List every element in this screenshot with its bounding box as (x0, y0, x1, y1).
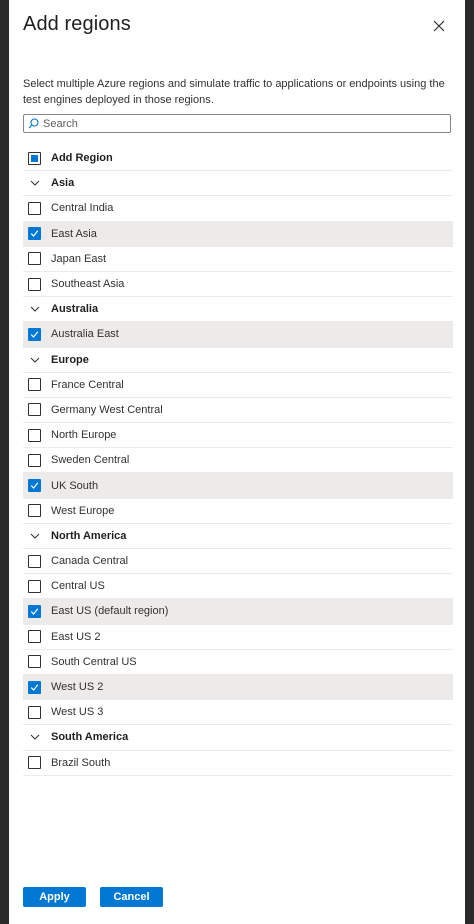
group-name: South America (51, 731, 129, 744)
region-row[interactable]: UK South (23, 473, 453, 499)
checkmark-icon (30, 608, 39, 615)
add-region-header-row[interactable]: Add Region (23, 146, 453, 172)
search-input[interactable] (43, 117, 423, 130)
region-row[interactable]: Sweden Central (23, 448, 453, 474)
region-row[interactable]: Central India (23, 196, 453, 222)
checkmark-icon (30, 230, 39, 238)
panel-description: Select multiple Azure regions and simula… (23, 78, 445, 106)
region-row[interactable]: East US 2 (23, 625, 453, 650)
region-label: Central US (51, 580, 105, 593)
region-checkbox[interactable] (28, 504, 41, 518)
region-checkbox[interactable] (28, 227, 41, 241)
region-label: Germany West Central (51, 403, 163, 416)
region-checkbox[interactable] (28, 277, 41, 291)
group-name: Europe (51, 353, 89, 366)
region-checkbox[interactable] (28, 453, 41, 467)
region-label: Brazil South (51, 756, 111, 769)
close-button[interactable] (429, 16, 449, 36)
region-label: East Asia (51, 227, 97, 240)
apply-button[interactable]: Apply (23, 887, 86, 907)
search-icon (28, 118, 39, 129)
add-region-header-label: Add Region (51, 152, 113, 165)
chevron-down-icon[interactable] (28, 734, 41, 741)
group-header-row[interactable]: North America (23, 524, 453, 549)
region-label: West US 2 (51, 681, 104, 694)
group-name: Australia (51, 303, 99, 316)
close-icon (433, 20, 445, 32)
region-row[interactable]: Canada Central (23, 549, 453, 575)
checkmark-icon (30, 683, 39, 691)
region-label: South Central US (51, 655, 137, 668)
region-checkbox[interactable] (28, 630, 41, 644)
region-checkbox[interactable] (28, 403, 41, 417)
cancel-button[interactable]: Cancel (100, 887, 163, 907)
region-label: Australia East (51, 328, 119, 341)
checkmark-icon (30, 482, 39, 489)
region-label: UK South (51, 479, 99, 492)
region-checkbox[interactable] (28, 604, 41, 618)
region-label: Sweden Central (51, 454, 130, 467)
region-label: Canada Central (51, 555, 129, 568)
group-name: Asia (51, 177, 75, 190)
region-label: France Central (51, 378, 124, 391)
chevron-down-icon[interactable] (28, 306, 41, 312)
region-row[interactable]: East Asia (23, 221, 453, 247)
region-checkbox[interactable] (28, 479, 41, 493)
region-checkbox[interactable] (28, 579, 41, 593)
region-checkbox[interactable] (28, 201, 41, 215)
region-row[interactable]: Southeast Asia (23, 272, 453, 298)
region-checkbox[interactable] (28, 252, 41, 266)
region-row[interactable]: France Central (23, 373, 453, 398)
region-checkbox[interactable] (28, 655, 41, 669)
region-checkbox[interactable] (28, 378, 41, 392)
panel-title: Add regions (23, 13, 131, 35)
region-checkbox[interactable] (28, 756, 41, 770)
region-row[interactable]: Brazil South (23, 751, 453, 776)
region-checkbox[interactable] (28, 327, 41, 341)
region-row[interactable]: West US 3 (23, 700, 453, 726)
region-checkbox[interactable] (28, 680, 41, 694)
region-list: Add Region Asia Central India East Asia Jap… (23, 146, 453, 776)
chevron-down-icon[interactable] (28, 533, 41, 539)
group-header-row[interactable]: Asia (23, 171, 453, 197)
region-label: West US 3 (51, 706, 104, 719)
region-row[interactable]: South Central US (23, 650, 453, 675)
search-box[interactable] (23, 114, 451, 133)
region-label: West Europe (51, 504, 115, 517)
select-all-checkbox[interactable] (28, 151, 41, 165)
group-name: North America (51, 529, 127, 542)
region-row[interactable]: Central US (23, 574, 453, 600)
region-label: East US (default region) (51, 605, 169, 618)
region-checkbox[interactable] (28, 428, 41, 442)
region-checkbox[interactable] (28, 554, 41, 568)
region-row[interactable]: West US 2 (23, 674, 453, 701)
region-row[interactable]: East US (default region) (23, 599, 453, 625)
group-header-row[interactable]: Europe (23, 348, 453, 373)
group-header-row[interactable]: Australia (23, 297, 453, 323)
region-label: Japan East (51, 252, 107, 265)
region-row[interactable]: Japan East (23, 247, 453, 272)
region-row[interactable]: Australia East (23, 322, 453, 348)
group-header-row[interactable]: South America (23, 725, 453, 751)
region-label: Southeast Asia (51, 278, 125, 291)
add-regions-panel: Add regions Select multiple Azure region… (9, 0, 465, 924)
checkmark-icon (30, 331, 39, 338)
region-row[interactable]: West Europe (23, 499, 453, 524)
region-label: North Europe (51, 429, 117, 442)
chevron-down-icon[interactable] (28, 357, 41, 363)
chevron-down-icon[interactable] (28, 180, 41, 186)
region-row[interactable]: Germany West Central (23, 398, 453, 424)
region-label: Central India (51, 202, 114, 215)
region-label: East US 2 (51, 630, 101, 643)
region-checkbox[interactable] (28, 705, 41, 719)
region-row[interactable]: North Europe (23, 423, 453, 449)
